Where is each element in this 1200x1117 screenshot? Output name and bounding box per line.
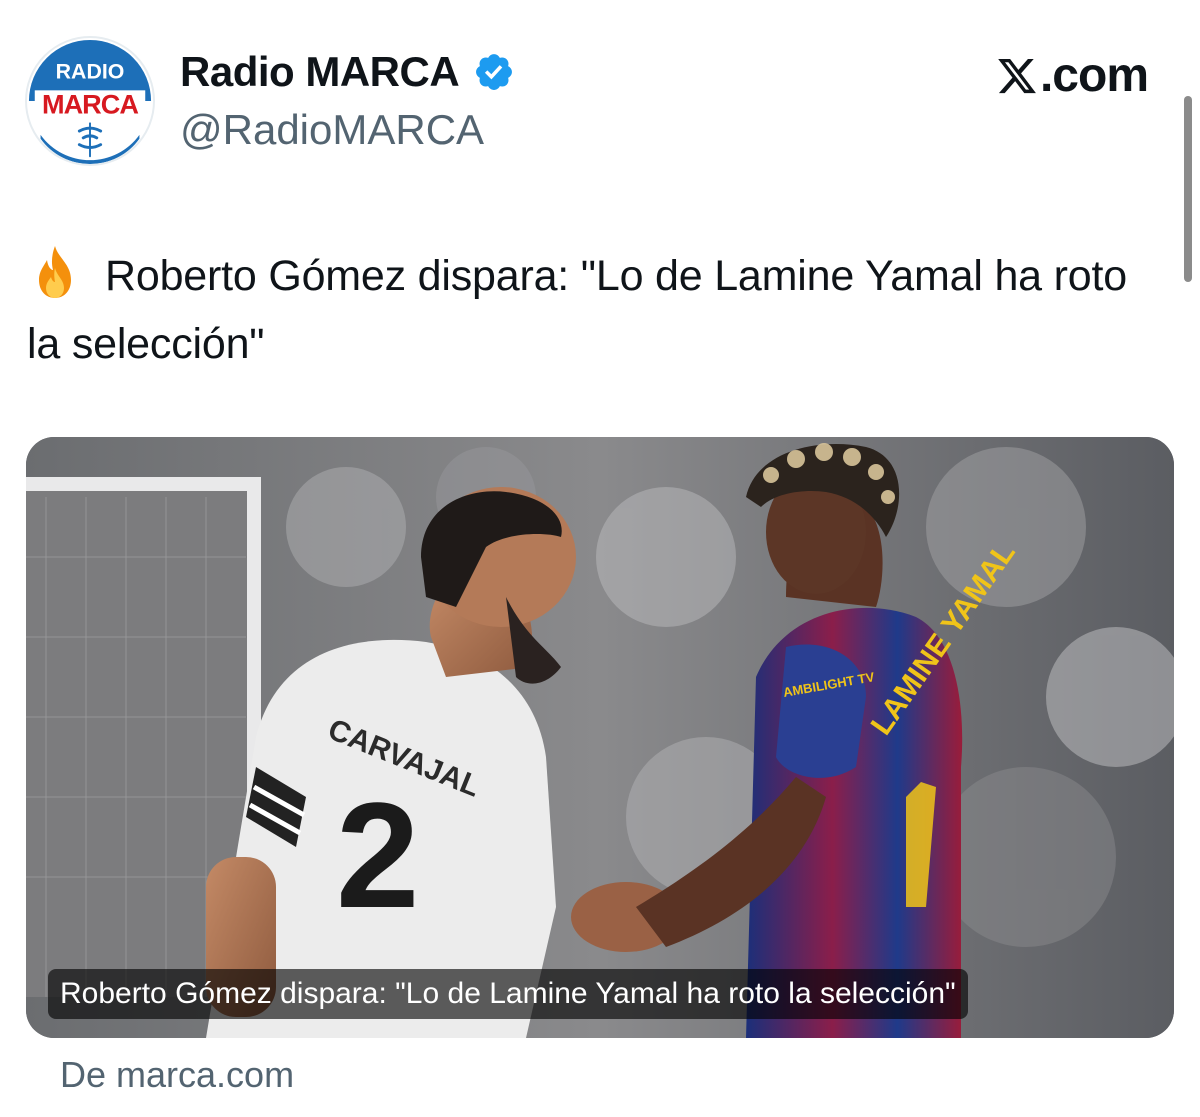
avatar-line2: MARCA — [42, 89, 138, 120]
x-logo-icon — [998, 58, 1036, 93]
verified-badge-icon — [476, 54, 513, 90]
scrollbar[interactable] — [1184, 96, 1192, 282]
fire-icon — [39, 246, 71, 298]
radio-marca-logo-icon: RADIO MARCA — [27, 38, 153, 164]
tweet-embed: RADIO MARCA Radio MARCA @RadioMARCA .com — [0, 0, 1200, 1117]
left-jersey-number: 2 — [336, 771, 419, 939]
x-com-label: .com — [1039, 49, 1149, 102]
tweet-text: Roberto Gómez dispara: "Lo de Lamine Yam… — [27, 242, 1157, 378]
link-card-source[interactable]: De marca.com — [60, 1052, 294, 1098]
link-card-caption: Roberto Gómez dispara: "Lo de Lamine Yam… — [48, 969, 968, 1019]
display-name[interactable]: Radio MARCA — [180, 46, 460, 98]
account-avatar[interactable]: RADIO MARCA — [25, 36, 155, 166]
account-name-row[interactable]: Radio MARCA — [180, 46, 515, 98]
x-com-logo[interactable]: .com — [996, 48, 1149, 103]
link-card-image[interactable]: 2 CARVAJAL LAMINE YAMAL AMBILIGHT TV Rob… — [26, 437, 1174, 1038]
account-handle[interactable]: @RadioMARCA — [180, 104, 484, 156]
tweet-body: Roberto Gómez dispara: "Lo de Lamine Yam… — [27, 252, 1127, 368]
article-photo: 2 CARVAJAL LAMINE YAMAL AMBILIGHT TV — [26, 437, 1174, 1038]
avatar-line1: RADIO — [56, 60, 125, 84]
